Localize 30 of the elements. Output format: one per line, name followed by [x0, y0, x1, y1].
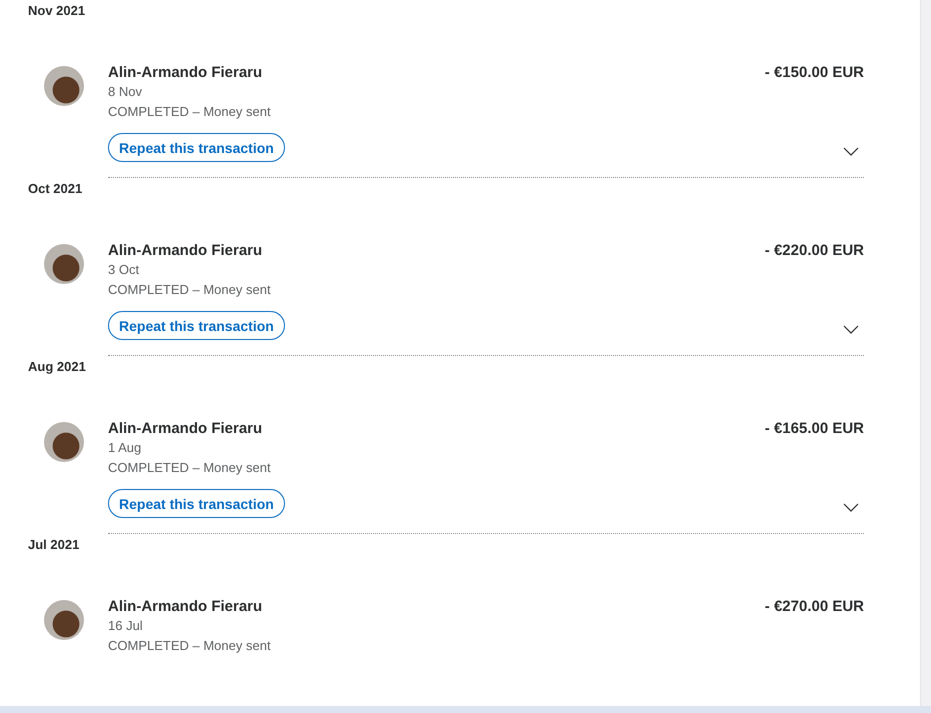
transaction-date: 1 Aug [108, 439, 142, 457]
transaction-status: COMPLETED – Money sent [108, 459, 271, 477]
avatar-photo-placeholder [44, 244, 84, 284]
month-heading: Oct 2021 [28, 181, 84, 197]
payee-name: Alin-Armando Fieraru [108, 64, 264, 82]
month-heading: Nov 2021 [28, 3, 86, 19]
month-heading: Aug 2021 [28, 359, 87, 375]
chevron-icon[interactable] [843, 503, 860, 512]
repeat-transaction-button[interactable]: Repeat this transaction [108, 489, 285, 518]
repeat-transaction-button[interactable]: Repeat this transaction [108, 133, 285, 162]
avatar-photo-placeholder [44, 422, 84, 462]
transaction-status: COMPLETED – Money sent [108, 637, 271, 655]
transaction-date: 8 Nov [108, 83, 143, 101]
payee-name: Alin-Armando Fieraru [108, 420, 264, 438]
payee-name: Alin-Armando Fieraru [108, 598, 264, 616]
transaction-amount: - €220.00 EUR [764, 242, 864, 261]
avatar-photo-placeholder [44, 66, 84, 106]
repeat-transaction-button[interactable]: Repeat this transaction [108, 311, 285, 340]
transaction-amount: - €150.00 EUR [764, 64, 864, 83]
transaction-date: 3 Oct [108, 261, 140, 279]
transaction-amount: - €270.00 EUR [764, 598, 864, 617]
chevron-icon[interactable] [843, 325, 860, 334]
payee-name: Alin-Armando Fieraru [108, 242, 264, 260]
chevron-icon[interactable] [843, 147, 860, 156]
transaction-status: COMPLETED – Money sent [108, 281, 271, 299]
transaction-date: 16 Jul [108, 617, 144, 635]
transaction-amount: - €165.00 EUR [764, 420, 864, 439]
avatar-photo-placeholder [44, 600, 84, 640]
transaction-status: COMPLETED – Money sent [108, 103, 271, 121]
month-heading: Jul 2021 [28, 537, 80, 553]
